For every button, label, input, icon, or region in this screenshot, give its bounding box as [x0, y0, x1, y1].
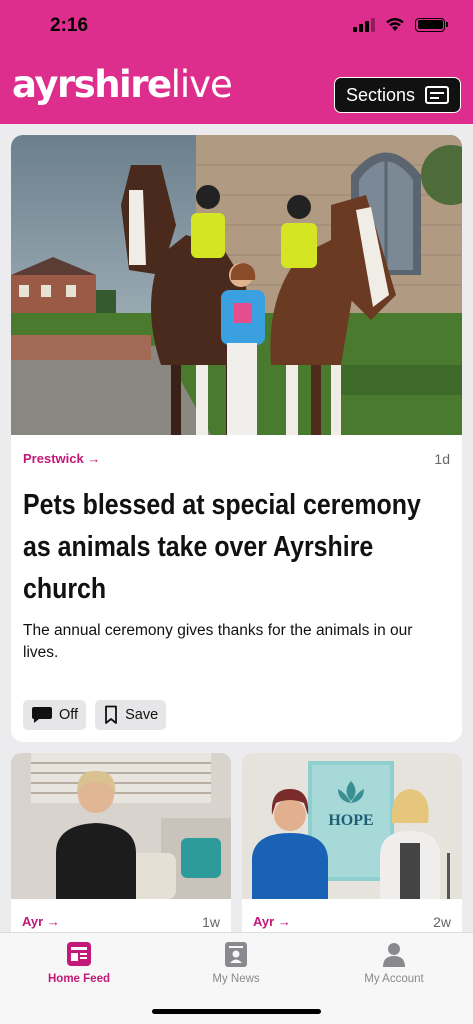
main-article-card[interactable]: Prestwick → 1d Pets blessed at special c…	[11, 135, 462, 742]
wifi-icon	[386, 18, 404, 31]
save-button[interactable]: Save	[95, 700, 167, 730]
article-image: HOPE	[242, 753, 462, 899]
sections-button[interactable]: Sections	[334, 77, 461, 113]
article-age: 2w	[433, 914, 451, 930]
article-actions: Off Save	[23, 700, 167, 730]
article-meta: Ayr → 1w	[22, 914, 220, 930]
tab-label: Home Feed	[48, 973, 110, 985]
article-headline[interactable]: Pets blessed at special ceremony as anim…	[23, 484, 448, 610]
tab-home-feed[interactable]: Home Feed	[9, 939, 149, 985]
arrow-right-icon: →	[87, 451, 101, 466]
arrow-right-icon: →	[46, 914, 60, 929]
section-label: Ayr	[253, 914, 275, 929]
article-age: 1w	[202, 914, 220, 930]
home-feed-icon	[67, 942, 91, 966]
article-image	[11, 753, 231, 899]
section-link[interactable]: Prestwick →	[23, 451, 100, 466]
section-label: Prestwick	[23, 451, 84, 466]
status-bar: 2:16	[0, 0, 473, 56]
article-meta: Prestwick → 1d	[23, 451, 450, 467]
tab-my-news[interactable]: My News	[166, 939, 306, 985]
battery-icon	[415, 17, 448, 32]
comment-icon	[32, 707, 52, 723]
section-link[interactable]: Ayr →	[253, 914, 291, 929]
arrow-right-icon: →	[277, 914, 291, 929]
status-time: 2:16	[50, 15, 89, 36]
status-icons	[353, 17, 448, 32]
home-indicator	[152, 1009, 321, 1014]
article-card[interactable]: Ayr → 1w	[11, 753, 231, 943]
article-meta: Ayr → 2w	[253, 914, 451, 930]
app-header: 2:16 ayrshirelive Sections	[0, 0, 473, 124]
hero-image	[11, 135, 462, 435]
account-icon	[383, 943, 405, 967]
section-label: Ayr	[22, 914, 44, 929]
tab-label: My News	[212, 973, 260, 985]
brand-bold: ayrshire	[12, 63, 172, 106]
article-age: 1d	[434, 451, 450, 467]
tab-label: My Account	[364, 973, 424, 985]
tab-my-account[interactable]: My Account	[324, 939, 464, 985]
brand-light: live	[170, 63, 233, 106]
sections-icon	[425, 86, 450, 104]
comments-label: Off	[59, 707, 79, 723]
save-label: Save	[125, 707, 159, 723]
article-summary: The annual ceremony gives thanks for the…	[23, 622, 413, 661]
sections-label: Sections	[345, 84, 416, 105]
sign-title: HOPE	[328, 812, 373, 829]
brand-logo[interactable]: ayrshirelive	[12, 63, 233, 106]
section-link[interactable]: Ayr →	[22, 914, 60, 929]
signal-icon	[353, 17, 375, 32]
bookmark-icon	[105, 705, 117, 724]
my-news-icon	[225, 942, 247, 967]
article-card[interactable]: HOPE Ayr → 2w	[242, 753, 462, 943]
comments-button[interactable]: Off	[23, 700, 87, 730]
